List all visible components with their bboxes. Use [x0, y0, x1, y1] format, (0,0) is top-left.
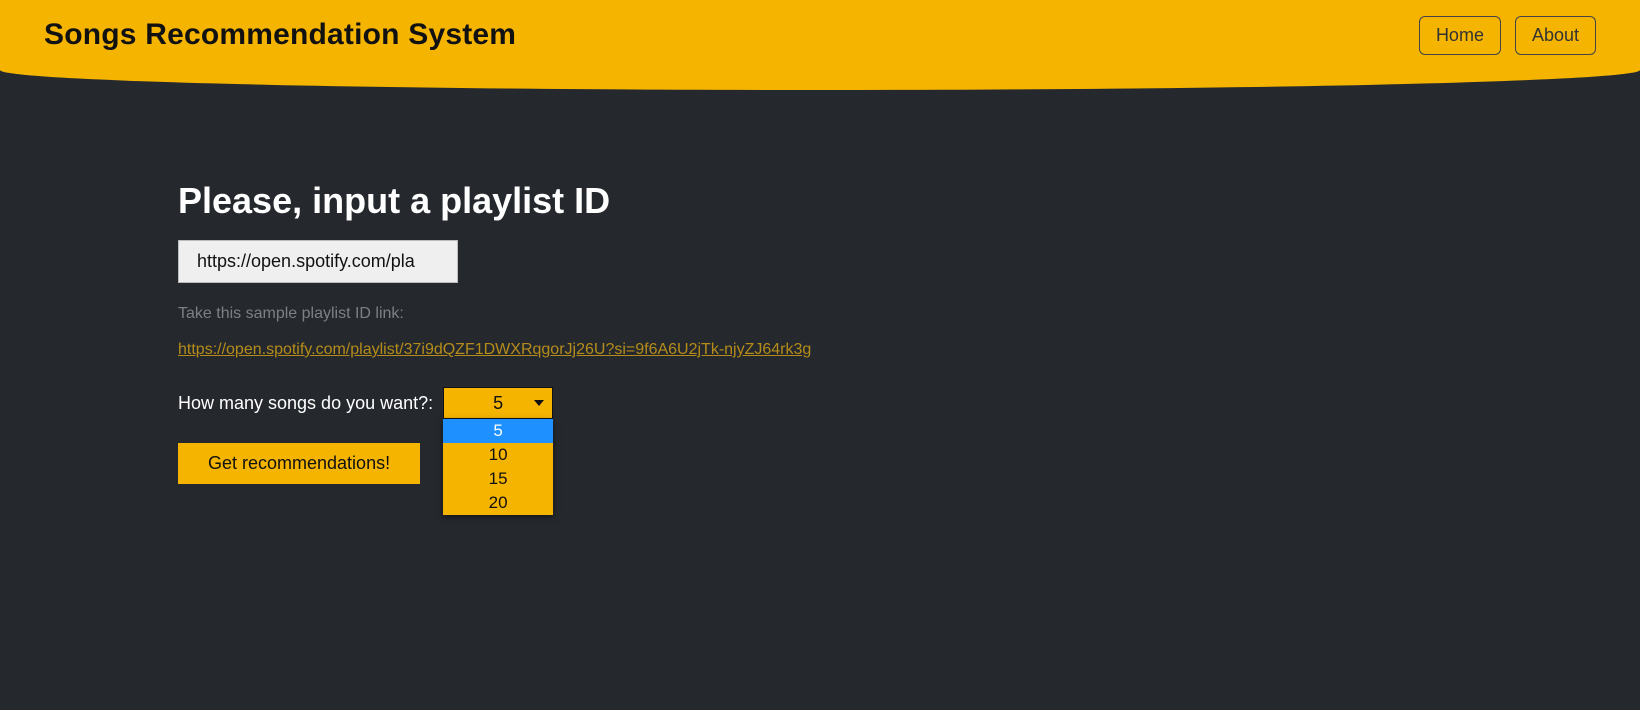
page-heading: Please, input a playlist ID — [178, 180, 1640, 222]
song-count-dropdown[interactable]: 5 10 15 20 — [443, 419, 553, 515]
song-count-select-closed[interactable]: 5 — [443, 387, 553, 419]
app-title: Songs Recommendation System — [44, 18, 516, 52]
nav: Home About — [1419, 16, 1596, 55]
playlist-url-input[interactable] — [178, 240, 458, 283]
song-count-option-10[interactable]: 10 — [443, 443, 553, 467]
song-count-option-15[interactable]: 15 — [443, 467, 553, 491]
sample-playlist-link[interactable]: https://open.spotify.com/playlist/37i9dQ… — [178, 341, 811, 359]
main: Please, input a playlist ID Take this sa… — [0, 90, 1640, 484]
get-recommendations-button[interactable]: Get recommendations! — [178, 443, 420, 484]
nav-home-button[interactable]: Home — [1419, 16, 1501, 55]
helper-text: Take this sample playlist ID link: — [178, 305, 1640, 323]
song-count-row: How many songs do you want?: 5 5 10 15 2… — [178, 387, 1640, 419]
header-inner: Songs Recommendation System Home About — [0, 0, 1640, 70]
chevron-down-icon — [534, 400, 544, 406]
song-count-option-5[interactable]: 5 — [443, 419, 553, 443]
song-count-selected-value: 5 — [493, 393, 503, 414]
song-count-select[interactable]: 5 5 10 15 20 — [443, 387, 553, 419]
header: Songs Recommendation System Home About — [0, 0, 1640, 90]
nav-about-button[interactable]: About — [1515, 16, 1596, 55]
song-count-label: How many songs do you want?: — [178, 393, 433, 414]
song-count-option-20[interactable]: 20 — [443, 491, 553, 515]
